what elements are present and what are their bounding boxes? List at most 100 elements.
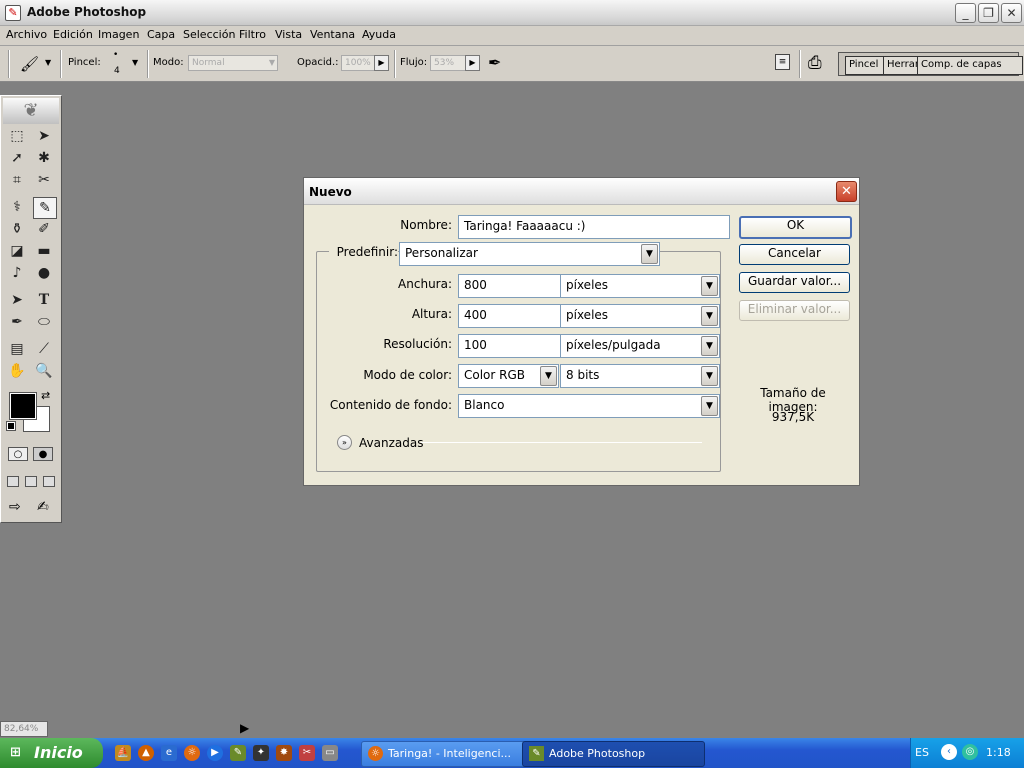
expand-advanced-icon[interactable]: » <box>337 435 352 450</box>
imageready-icon[interactable]: ✍ <box>37 499 49 515</box>
show-hidden-icons-icon[interactable]: ‹ <box>941 744 957 760</box>
preset-select[interactable]: Personalizar ▼ <box>399 242 660 266</box>
chevron-down-icon: ▼ <box>701 396 718 416</box>
close-window-button[interactable]: ✕ <box>1001 3 1022 23</box>
menu-ventana[interactable]: Ventana <box>310 28 355 41</box>
save-preset-button[interactable]: Guardar valor... <box>739 272 850 293</box>
foreground-color-swatch[interactable] <box>9 392 37 420</box>
eyedropper-icon[interactable]: ⟋ <box>33 339 55 359</box>
menu-imagen[interactable]: Imagen <box>98 28 139 41</box>
menu-seleccion[interactable]: Selección <box>183 28 235 41</box>
height-unit-select[interactable]: píxeles ▼ <box>560 304 720 328</box>
width-input[interactable]: 800 <box>458 274 563 298</box>
brush-icon[interactable]: ✎ <box>33 197 57 219</box>
zoom-field[interactable]: 82,64% <box>0 721 48 737</box>
crop-icon[interactable]: ⌗ <box>6 170 28 190</box>
default-colors-icon[interactable] <box>6 421 16 431</box>
menu-archivo[interactable]: Archivo <box>6 28 47 41</box>
mode-label: Modo: <box>153 57 184 68</box>
counter-strike-icon[interactable]: ✦ <box>253 745 269 761</box>
pen-icon[interactable]: ✒ <box>6 312 28 332</box>
height-input[interactable]: 400 <box>458 304 563 328</box>
brush-tool-preset-icon[interactable]: 🖌 <box>20 55 39 73</box>
shape-icon[interactable]: ⬭ <box>33 312 55 332</box>
menu-edicion[interactable]: Edición <box>53 28 93 41</box>
flow-slider-arrow-icon[interactable]: ▶ <box>465 55 480 71</box>
jump-to-imageready-icon[interactable]: ⇨ <box>9 499 21 515</box>
taskbar-item-taringa[interactable]: ☼ Taringa! - Inteligenci... <box>361 741 545 767</box>
path-select-icon[interactable]: ➤ <box>6 290 28 310</box>
language-indicator[interactable]: ES <box>915 746 929 759</box>
eraser-icon[interactable]: ◪ <box>6 241 28 261</box>
chevron-down-icon: ▼ <box>641 244 658 264</box>
menu-filtro[interactable]: Filtro <box>239 28 266 41</box>
lasso-icon[interactable]: ➚ <box>6 148 28 168</box>
document-icon[interactable]: ≡ <box>775 54 790 70</box>
zoom-icon[interactable]: 🔍 <box>33 361 55 381</box>
internet-explorer-icon[interactable]: e <box>161 745 177 761</box>
blur-icon[interactable]: ♪ <box>6 263 28 283</box>
name-input[interactable]: Taringa! Faaaaacu :) <box>458 215 730 239</box>
opacity-slider-arrow-icon[interactable]: ▶ <box>374 55 389 71</box>
opacity-field[interactable]: 100% <box>341 55 378 71</box>
flow-field[interactable]: 53% <box>430 55 467 71</box>
quicklaunch-media-icon[interactable]: ▲ <box>138 745 154 761</box>
healing-brush-icon[interactable]: ⚕ <box>6 197 28 217</box>
quick-mask-icon[interactable]: ● <box>33 447 53 461</box>
full-screen-icon[interactable] <box>43 476 55 487</box>
start-button[interactable]: ⊞ Inicio <box>0 738 103 768</box>
dialog-close-icon[interactable]: ✕ <box>836 181 857 202</box>
notes-icon[interactable]: ▤ <box>6 339 28 359</box>
dodge-icon[interactable]: ● <box>33 263 55 283</box>
resolution-input[interactable]: 100 <box>458 334 563 358</box>
window-title: Adobe Photoshop <box>27 5 147 19</box>
palette-tab-comp-capas[interactable]: Comp. de capas <box>917 56 1023 75</box>
media-player-icon[interactable]: ▶ <box>207 745 223 761</box>
taskbar-item-photoshop[interactable]: ✎ Adobe Photoshop <box>522 741 705 767</box>
photoshop-quicklaunch-icon[interactable]: ✎ <box>230 745 246 761</box>
width-unit-value: píxeles <box>566 278 609 292</box>
hand-icon[interactable]: ✋ <box>6 361 28 381</box>
menu-capa[interactable]: Capa <box>147 28 175 41</box>
swap-colors-icon[interactable]: ⇄ <box>41 389 50 402</box>
show-desktop-icon[interactable]: ▭ <box>322 745 338 761</box>
photoshop-icon: ✎ <box>529 746 544 761</box>
full-screen-menu-icon[interactable] <box>25 476 37 487</box>
gradient-icon[interactable]: ▬ <box>33 241 55 261</box>
mode-select[interactable]: Normal ▼ <box>188 55 278 71</box>
grip[interactable] <box>8 50 10 78</box>
tools-icon[interactable]: ✂ <box>299 745 315 761</box>
feather-logo-icon[interactable]: ❦ <box>3 98 59 124</box>
firefox-icon[interactable]: ☼ <box>184 745 200 761</box>
airbrush-icon[interactable]: ✒ <box>488 53 501 72</box>
brush-size[interactable]: 4 <box>114 66 120 76</box>
cancel-button[interactable]: Cancelar <box>739 244 850 265</box>
background-contents-select[interactable]: Blanco ▼ <box>458 394 720 418</box>
minimize-button[interactable]: _ <box>955 3 976 23</box>
menu-bar: Archivo Edición Imagen Capa Selección Fi… <box>0 26 1024 46</box>
quicklaunch-app-icon[interactable]: ⛵ <box>115 745 131 761</box>
marquee-icon[interactable]: ⬚ <box>6 126 28 146</box>
bit-depth-select[interactable]: 8 bits ▼ <box>560 364 720 388</box>
menu-ayuda[interactable]: Ayuda <box>362 28 396 41</box>
tray-app-icon[interactable]: ◎ <box>962 744 978 760</box>
menu-vista[interactable]: Vista <box>275 28 302 41</box>
standard-screen-icon[interactable] <box>7 476 19 487</box>
standard-mode-icon[interactable]: ○ <box>8 447 28 461</box>
game-icon[interactable]: ✸ <box>276 745 292 761</box>
type-icon[interactable]: T <box>33 290 55 310</box>
move-icon[interactable]: ➤ <box>33 126 55 146</box>
clone-stamp-icon[interactable]: ⚱ <box>6 219 28 239</box>
magic-wand-icon[interactable]: ✱ <box>33 148 55 168</box>
width-unit-select[interactable]: píxeles ▼ <box>560 274 720 298</box>
slice-icon[interactable]: ✂ <box>33 170 55 190</box>
ok-button[interactable]: OK <box>739 216 852 239</box>
status-arrow-icon[interactable]: ▶ <box>240 721 249 735</box>
chevron-down-icon[interactable]: ▼ <box>45 58 51 67</box>
file-browser-icon[interactable]: ⎙ <box>808 53 822 73</box>
restore-button[interactable]: ❐ <box>978 3 999 23</box>
resolution-unit-select[interactable]: píxeles/pulgada ▼ <box>560 334 720 358</box>
brush-picker-chevron-icon[interactable]: ▼ <box>132 58 138 67</box>
history-brush-icon[interactable]: ✐ <box>33 219 55 239</box>
color-mode-select[interactable]: Color RGB ▼ <box>458 364 559 388</box>
